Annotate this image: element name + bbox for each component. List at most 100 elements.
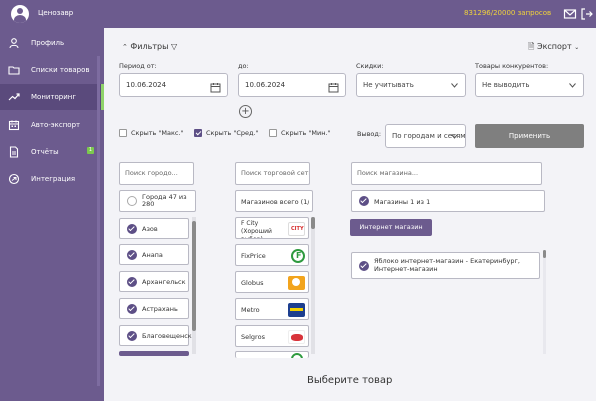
sidebar-item-label: Профиль: [31, 39, 65, 47]
app-name[interactable]: Ценозавр: [38, 9, 73, 17]
network-name: Selgros: [241, 333, 265, 341]
networks-summary-label: Магазинов всего (1/1): [241, 198, 309, 206]
select-all-checkbox[interactable]: [127, 196, 137, 206]
check-icon: [359, 261, 369, 271]
fixprice-logo-icon: F: [291, 249, 305, 263]
user-icon: [8, 37, 20, 49]
list-item[interactable]: Азов: [119, 218, 189, 239]
sidebar-item-label: Авто-экспорт: [31, 121, 81, 129]
chevron-down-icon: [569, 83, 576, 88]
hide-max-checkbox[interactable]: [119, 129, 127, 137]
check-icon: [127, 277, 137, 287]
period-to-value: 10.06.2024: [245, 81, 286, 89]
network-name: F City (Хороший выбор): [241, 220, 272, 238]
sidebar-item-reports[interactable]: Отчёты 1: [0, 139, 104, 165]
shops-summary[interactable]: Магазины 1 из 1: [351, 190, 545, 212]
list-item[interactable]: F City (Хороший выбор) CITY: [235, 217, 309, 239]
list-item[interactable]: Яблоко интернет-магазин - Екатеринбург, …: [351, 252, 540, 279]
sidebar-item-label: Мониторинг: [31, 93, 77, 101]
sidebar-item-auto-export[interactable]: Авто-экспорт: [0, 112, 104, 138]
check-icon: [127, 224, 137, 234]
sidebar-scrollbar[interactable]: [97, 56, 100, 386]
add-period-button[interactable]: +: [239, 105, 252, 118]
competitors-value: Не выводить: [482, 81, 530, 89]
shops-scrollbar[interactable]: [543, 250, 546, 354]
network-search-input[interactable]: Поиск торговой сети: [235, 162, 310, 185]
city-name: Астрахань: [142, 305, 178, 313]
list-item[interactable]: Астрахань: [119, 298, 189, 319]
filters-toggle[interactable]: ⌃ Фильтры ▽: [122, 42, 177, 51]
folder-icon: [8, 64, 20, 76]
fcity-logo-icon: CITY: [288, 222, 305, 236]
sidebar-item-label: Отчёты: [31, 148, 59, 156]
shop-name: Яблоко интернет-магазин - Екатеринбург, …: [374, 257, 520, 273]
mail-icon[interactable]: [563, 7, 577, 21]
chevron-down-icon: [451, 134, 458, 139]
main-content: ⌃ Фильтры ▽ 🗎 Экспорт ⌄ Период от: до: С…: [104, 28, 596, 401]
check-icon: [127, 250, 137, 260]
city-name: Архангельск: [142, 278, 186, 286]
calendar-icon[interactable]: [328, 80, 339, 93]
export-button[interactable]: 🗎 Экспорт ⌄: [528, 41, 579, 55]
filter-icon: ▽: [170, 42, 178, 51]
logout-icon[interactable]: [580, 7, 594, 21]
hide-max-label: Скрыть "Макс.": [131, 129, 184, 137]
city-search-input[interactable]: Поиск городо...: [119, 162, 194, 185]
calendar-icon[interactable]: [210, 80, 221, 93]
discounts-value: Не учитывать: [363, 81, 414, 89]
list-item[interactable]: Metro: [235, 298, 309, 320]
list-item[interactable]: Selgros: [235, 325, 309, 347]
apply-button[interactable]: Применить: [475, 124, 584, 148]
hide-min-checkbox[interactable]: [269, 129, 277, 137]
networks-scrollbar[interactable]: [311, 217, 315, 354]
output-select[interactable]: По городам и сетям: [385, 124, 466, 148]
list-item[interactable]: Благовещенск: [119, 325, 192, 346]
chevron-down-icon: ⌄: [574, 44, 580, 51]
sidebar-item-profile[interactable]: Профиль: [0, 30, 104, 56]
sidebar-item-product-lists[interactable]: Списки товаров: [0, 57, 104, 83]
reports-badge: 1: [87, 147, 94, 154]
top-bar: Ценозавр 831296/20000 запросов: [0, 0, 596, 28]
period-from-label: Период от:: [119, 62, 157, 70]
chevron-up-icon: ⌃: [122, 43, 128, 51]
period-from-input[interactable]: 10.06.2024: [119, 73, 228, 97]
period-to-input[interactable]: 10.06.2024: [238, 73, 346, 97]
list-item-partial: [119, 351, 189, 356]
networks-summary[interactable]: Магазинов всего (1/1): [235, 190, 313, 212]
city-name: Анапа: [142, 251, 163, 259]
list-item-partial: [235, 351, 309, 358]
globus-logo-icon: [288, 276, 305, 290]
network-name: Globus: [241, 279, 264, 287]
competitors-label: Товары конкурентов:: [475, 62, 549, 70]
list-item[interactable]: Globus: [235, 271, 309, 293]
hide-avg-checkbox[interactable]: [194, 129, 202, 137]
competitors-select[interactable]: Не выводить: [475, 73, 584, 97]
integration-icon: [8, 173, 20, 185]
city-name: Благовещенск: [142, 332, 192, 340]
sidebar-item-label: Интеграция: [31, 175, 76, 183]
sidebar-item-label: Списки товаров: [31, 66, 90, 74]
cities-summary[interactable]: Города 47 из 280: [119, 190, 196, 212]
discounts-select[interactable]: Не учитывать: [356, 73, 466, 97]
list-item[interactable]: Архангельск: [119, 271, 189, 292]
check-icon: [127, 304, 137, 314]
online-shop-button[interactable]: Интернет магазин: [350, 219, 432, 236]
discounts-label: Скидки:: [356, 62, 384, 70]
sidebar-item-integration[interactable]: Интеграция: [0, 166, 104, 192]
network-name: FixPrice: [241, 252, 266, 260]
metro-logo-icon: [288, 303, 305, 317]
sidebar-item-monitoring[interactable]: Мониторинг: [0, 84, 104, 110]
shop-search-input[interactable]: Поиск магазина...: [351, 162, 542, 185]
check-icon: [127, 331, 137, 341]
sidebar: Профиль Списки товаров Мониторинг Авто-э…: [0, 28, 104, 401]
hide-avg-label: Скрыть "Сред.": [206, 129, 259, 137]
city-name: Азов: [142, 225, 158, 233]
logo-icon[interactable]: [11, 5, 29, 23]
chart-icon: [8, 91, 20, 103]
filters-title: Фильтры: [130, 42, 169, 51]
document-icon: 🗎: [528, 42, 535, 51]
cities-scrollbar[interactable]: [192, 217, 196, 354]
list-item[interactable]: FixPrice F: [235, 244, 309, 266]
output-label: Вывод:: [357, 130, 382, 138]
list-item[interactable]: Анапа: [119, 244, 189, 265]
